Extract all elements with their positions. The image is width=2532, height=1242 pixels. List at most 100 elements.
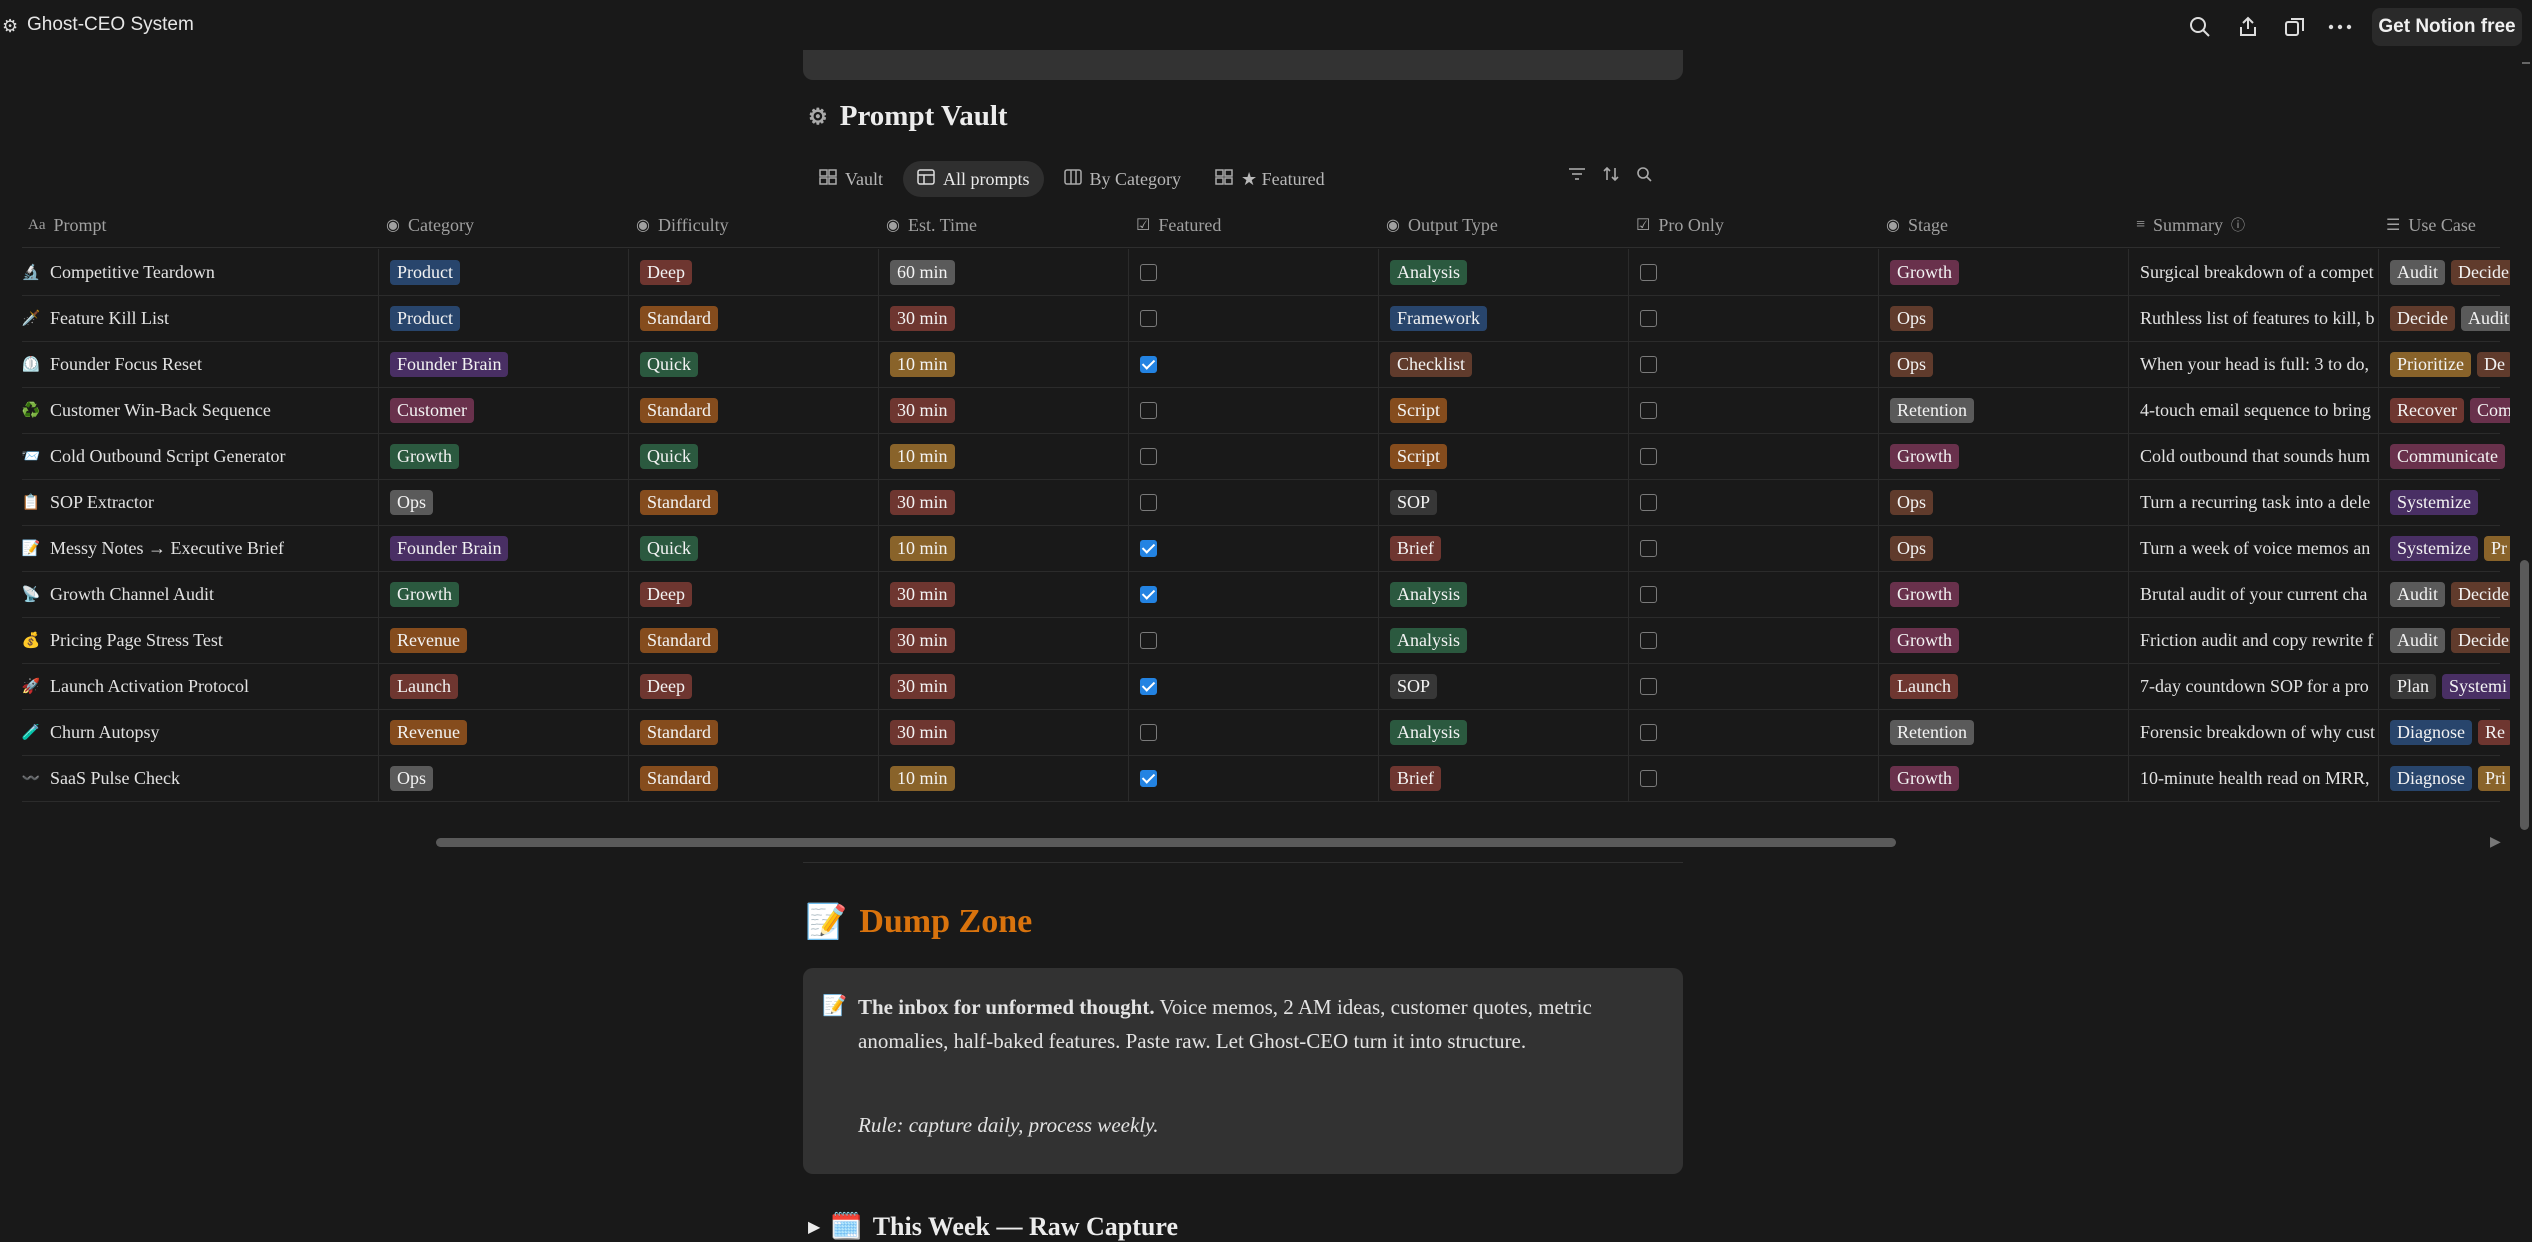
table-cell[interactable]: 10 min [890, 341, 1120, 387]
checkbox[interactable] [1140, 677, 1157, 695]
column-header[interactable]: ◉ Output Type [1386, 205, 1498, 245]
table-cell[interactable]: 📋 SOP Extractor [20, 479, 360, 525]
table-cell[interactable]: Systemize [2390, 479, 2510, 525]
table-cell[interactable]: Quick [640, 433, 870, 479]
page-breadcrumb-title[interactable]: Ghost-CEO System [27, 14, 194, 36]
more-options-icon[interactable] [2325, 12, 2355, 42]
table-cell[interactable]: 10 min [890, 755, 1120, 801]
table-row[interactable]: 〰️ SaaS Pulse Check Ops Standard 10 min Brief… [22, 755, 2510, 802]
table-row[interactable]: 🚀 Launch Activation Protocol Launch Deep 30 … [22, 663, 2510, 710]
prompt-title[interactable]: Cold Outbound Script Generator [50, 446, 285, 467]
prompt-title[interactable]: Pricing Page Stress Test [50, 630, 223, 651]
table-cell[interactable]: Ops [390, 755, 620, 801]
table-cell[interactable]: 30 min [890, 571, 1120, 617]
prompt-title[interactable]: Growth Channel Audit [50, 584, 214, 605]
table-cell[interactable] [1140, 341, 1370, 387]
filter-icon[interactable] [1568, 166, 1586, 187]
column-header[interactable]: ☰ Use Case [2386, 205, 2476, 245]
column-header[interactable]: ◉ Est. Time [886, 205, 977, 245]
table-cell[interactable] [1640, 249, 1870, 295]
prompt-title[interactable]: Founder Focus Reset [50, 354, 202, 375]
table-row[interactable]: 📋 SOP Extractor Ops Standard 30 min SOP Ops Tur… [22, 479, 2500, 526]
table-cell[interactable] [1640, 295, 1870, 341]
table-cell[interactable]: Surgical breakdown of a compet [2140, 249, 2375, 295]
column-header[interactable]: ◉ Difficulty [636, 205, 729, 245]
prompt-title[interactable]: SOP Extractor [50, 492, 154, 513]
checkbox[interactable] [1140, 723, 1157, 741]
table-cell[interactable]: 4-touch email sequence to bring [2140, 387, 2375, 433]
vertical-scrollbar[interactable] [2520, 560, 2529, 830]
prompt-title[interactable]: Feature Kill List [50, 308, 169, 329]
table-cell[interactable] [1640, 617, 1870, 663]
table-cell[interactable]: Growth [1890, 571, 2120, 617]
table-cell[interactable]: 💰 Pricing Page Stress Test [20, 617, 360, 663]
table-cell[interactable]: Standard [640, 755, 870, 801]
table-cell[interactable]: Retention [1890, 387, 2120, 433]
table-cell[interactable] [1640, 571, 1870, 617]
table-cell[interactable]: SOP [1390, 479, 1620, 525]
table-cell[interactable] [1140, 663, 1370, 709]
table-cell[interactable]: Analysis [1390, 571, 1620, 617]
table-cell[interactable] [1640, 387, 1870, 433]
table-cell[interactable]: Product [390, 295, 620, 341]
table-cell[interactable]: Friction audit and copy rewrite f [2140, 617, 2375, 663]
table-cell[interactable]: Systemize Pr [2390, 525, 2510, 571]
table-cell[interactable] [1640, 663, 1870, 709]
tab-vault[interactable]: Vault [805, 161, 897, 197]
tab-by-category[interactable]: By Category [1050, 161, 1196, 197]
table-cell[interactable]: 30 min [890, 617, 1120, 663]
checkbox[interactable] [1640, 723, 1657, 741]
table-cell[interactable] [1640, 433, 1870, 479]
table-cell[interactable] [1640, 709, 1870, 755]
prompt-title[interactable]: Launch Activation Protocol [50, 676, 249, 697]
table-cell[interactable] [1140, 249, 1370, 295]
checkbox[interactable] [1140, 493, 1157, 511]
table-cell[interactable]: Plan Systemi [2390, 663, 2510, 709]
tab-all-prompts[interactable]: All prompts [903, 161, 1044, 197]
table-cell[interactable]: Cold outbound that sounds hum [2140, 433, 2375, 479]
table-cell[interactable]: Growth [390, 571, 620, 617]
table-cell[interactable]: 30 min [890, 709, 1120, 755]
table-cell[interactable]: Growth [1890, 755, 2120, 801]
table-cell[interactable]: Checklist [1390, 341, 1620, 387]
checkbox[interactable] [1140, 631, 1157, 649]
table-cell[interactable]: Turn a recurring task into a dele [2140, 479, 2375, 525]
table-cell[interactable]: Standard [640, 387, 870, 433]
table-cell[interactable] [1640, 525, 1870, 571]
table-cell[interactable]: Turn a week of voice memos an [2140, 525, 2375, 571]
table-cell[interactable]: Analysis [1390, 249, 1620, 295]
table-cell[interactable]: 📨 Cold Outbound Script Generator [20, 433, 360, 479]
table-cell[interactable] [1140, 709, 1370, 755]
table-cell[interactable]: 30 min [890, 387, 1120, 433]
checkbox[interactable] [1640, 493, 1657, 511]
table-cell[interactable]: Forensic breakdown of why cust [2140, 709, 2375, 755]
table-row[interactable]: ⏲️ Founder Focus Reset Founder Brain Quick 1… [22, 341, 2510, 388]
checkbox[interactable] [1640, 677, 1657, 695]
checkbox[interactable] [1140, 401, 1157, 419]
horizontal-scrollbar[interactable] [436, 838, 1896, 847]
table-cell[interactable]: Revenue [390, 709, 620, 755]
table-cell[interactable]: Deep [640, 571, 870, 617]
table-cell[interactable] [1140, 295, 1370, 341]
table-cell[interactable]: Growth [1890, 433, 2120, 479]
table-cell[interactable]: Deep [640, 663, 870, 709]
prompt-title[interactable]: Messy Notes → Executive Brief [50, 538, 284, 559]
column-header[interactable]: ≡ Summary ⓘ [2136, 205, 2245, 245]
table-cell[interactable]: Framework [1390, 295, 1620, 341]
table-cell[interactable]: Brief [1390, 525, 1620, 571]
checkbox[interactable] [1140, 769, 1157, 787]
table-cell[interactable]: Launch [1890, 663, 2120, 709]
table-cell[interactable]: 30 min [890, 295, 1120, 341]
table-cell[interactable]: Ops [390, 479, 620, 525]
table-cell[interactable]: Customer [390, 387, 620, 433]
table-cell[interactable]: 10-minute health read on MRR, [2140, 755, 2375, 801]
checkbox[interactable] [1640, 401, 1657, 419]
prompt-title[interactable]: SaaS Pulse Check [50, 768, 180, 789]
info-icon[interactable]: ⓘ [2231, 215, 2245, 235]
checkbox[interactable] [1140, 309, 1157, 327]
table-cell[interactable]: Standard [640, 617, 870, 663]
search-icon[interactable] [1636, 166, 1652, 187]
table-cell[interactable]: Script [1390, 433, 1620, 479]
table-cell[interactable]: Growth [1890, 617, 2120, 663]
table-row[interactable]: ♻️ Customer Win-Back Sequence Customer Stan… [22, 387, 2510, 434]
